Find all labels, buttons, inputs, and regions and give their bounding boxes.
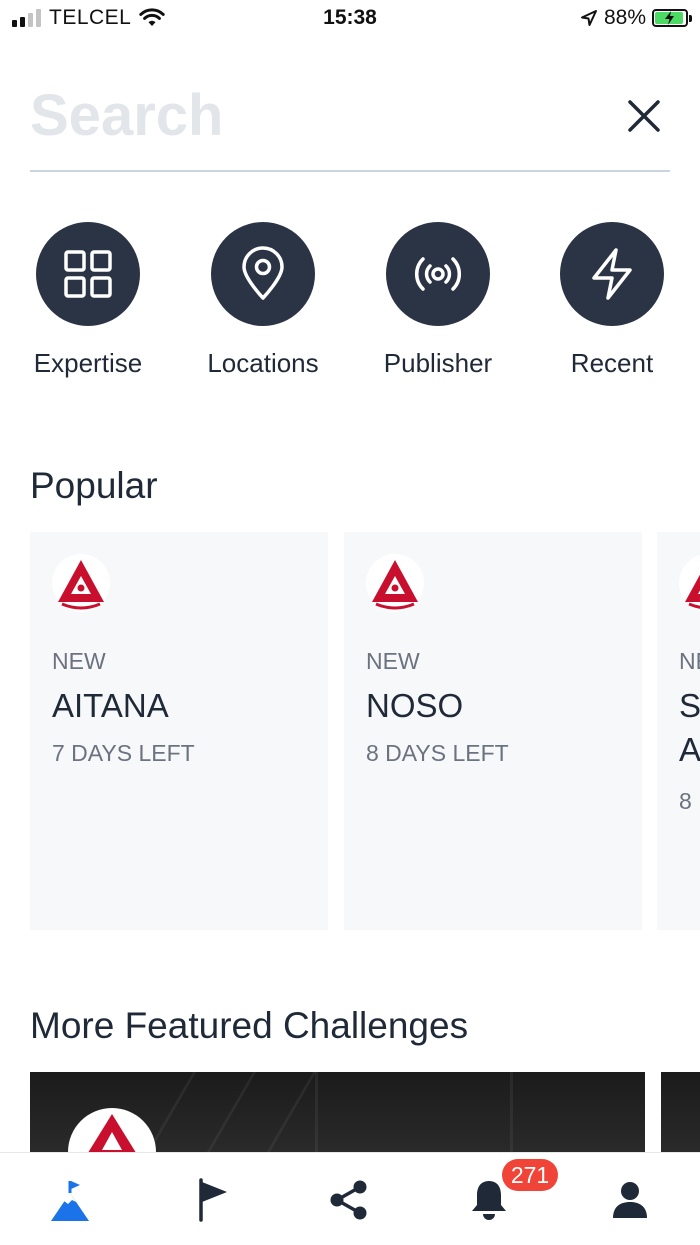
card-tag: NE xyxy=(679,648,700,674)
close-icon xyxy=(628,100,660,132)
brand-logo-icon xyxy=(679,554,700,612)
category-publisher[interactable]: Publisher xyxy=(350,222,526,379)
lightning-icon xyxy=(592,248,632,300)
card-name: SA xyxy=(679,687,700,768)
card-tag: NEW xyxy=(52,648,106,674)
category-label: Expertise xyxy=(33,348,143,378)
featured-title: More Featured Challenges xyxy=(30,1005,469,1046)
popular-title: Popular xyxy=(30,465,158,506)
brand-logo-icon xyxy=(366,554,424,612)
category-label: Locations xyxy=(207,348,319,378)
card-days-left: 8 DAYS LEFT xyxy=(366,740,509,766)
grid-icon xyxy=(64,250,112,298)
brand-logo-icon xyxy=(68,1108,156,1152)
user-icon xyxy=(613,1182,647,1218)
battery-percent: 88% xyxy=(603,6,646,29)
mountain-flag-icon xyxy=(51,1181,89,1221)
challenge-card[interactable]: NEW AITANA 7 DAYS LEFT xyxy=(30,532,328,930)
category-recent[interactable]: Recent xyxy=(524,222,700,379)
search-input[interactable] xyxy=(30,80,590,150)
tab-home[interactable] xyxy=(40,1175,100,1225)
category-expertise[interactable]: Expertise xyxy=(0,222,176,379)
challenge-card[interactable]: NEW NOSO 8 DAYS LEFT xyxy=(344,532,642,930)
map-pin-icon xyxy=(242,246,284,300)
flag-icon xyxy=(199,1178,227,1222)
category-locations[interactable]: Locations xyxy=(175,222,351,379)
status-right: 88% xyxy=(580,6,692,30)
card-name: NOSO xyxy=(366,687,464,724)
category-label: Recent xyxy=(570,348,654,378)
featured-card[interactable] xyxy=(30,1072,645,1152)
category-row: Expertise Locations Publisher Recent xyxy=(0,222,700,392)
category-label: Publisher xyxy=(383,348,493,378)
broadcast-icon xyxy=(415,257,461,291)
close-button[interactable] xyxy=(624,96,664,136)
status-bar: TELCEL 15:38 88% xyxy=(0,0,700,40)
card-days-left: 8 xyxy=(679,788,692,814)
tab-challenges[interactable] xyxy=(183,1175,243,1225)
share-nodes-icon xyxy=(330,1180,367,1220)
search-bar xyxy=(30,70,670,172)
card-name: AITANA xyxy=(52,687,169,724)
battery-charging-icon xyxy=(652,9,692,27)
card-tag: NEW xyxy=(366,648,420,674)
tab-share[interactable] xyxy=(319,1175,379,1225)
notification-badge: 271 xyxy=(502,1159,558,1191)
brand-logo-icon xyxy=(52,554,110,612)
location-arrow-icon xyxy=(580,10,597,26)
card-days-left: 7 DAYS LEFT xyxy=(52,740,195,766)
tab-bar: 271 xyxy=(0,1152,700,1245)
featured-card[interactable] xyxy=(661,1072,700,1152)
challenge-card[interactable]: NE SA 8 xyxy=(657,532,700,930)
bell-icon xyxy=(472,1181,506,1220)
tab-profile[interactable] xyxy=(600,1175,660,1225)
